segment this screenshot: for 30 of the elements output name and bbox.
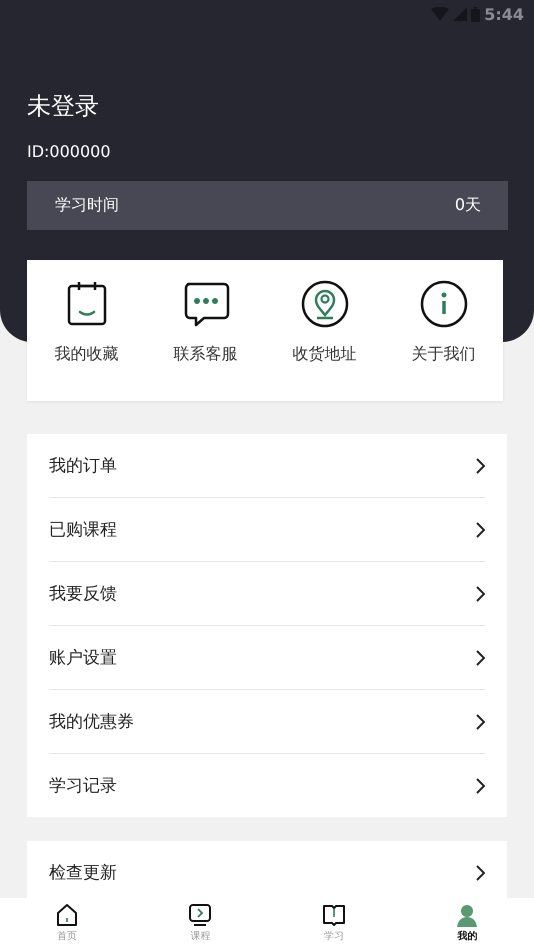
menu-item[interactable]: 检查更新 — [49, 861, 117, 884]
info-icon — [420, 280, 468, 328]
play-screen-icon — [188, 903, 212, 927]
chevron-right-icon — [475, 714, 485, 730]
shortcut-label[interactable]: 收货地址 — [292, 344, 356, 365]
chevron-right-icon — [475, 650, 485, 666]
chevron-right-icon — [475, 864, 485, 880]
menu-item[interactable]: 我的优惠券 — [49, 710, 134, 733]
user-name: 未登录 — [27, 91, 100, 122]
study-time-value: 0天 — [454, 195, 481, 216]
shortcut-label[interactable]: 联系客服 — [174, 344, 238, 365]
menu-item[interactable]: 我要反馈 — [49, 582, 117, 605]
book-icon — [322, 903, 346, 927]
person-icon — [455, 903, 480, 927]
menu-item[interactable]: 我的订单 — [49, 454, 117, 477]
shortcut-label[interactable]: 我的收藏 — [54, 344, 118, 365]
chevron-right-icon — [475, 522, 485, 538]
menu-item[interactable]: 学习记录 — [49, 774, 117, 797]
chevron-right-icon — [475, 458, 485, 474]
user-id: ID:000000 — [27, 142, 112, 161]
shortcut-label[interactable]: 关于我们 — [412, 344, 476, 365]
status-time: 5:44 — [484, 4, 524, 24]
nav-tab[interactable]: 我的 — [400, 898, 534, 950]
study-time-label: 学习时间 — [55, 195, 119, 216]
menu-item[interactable]: 账户设置 — [49, 646, 117, 669]
chevron-right-icon — [475, 586, 485, 602]
menu-item[interactable]: 已购课程 — [49, 518, 117, 541]
location-pin-icon — [300, 280, 348, 328]
home-icon — [54, 903, 79, 927]
chevron-right-icon — [475, 778, 485, 794]
